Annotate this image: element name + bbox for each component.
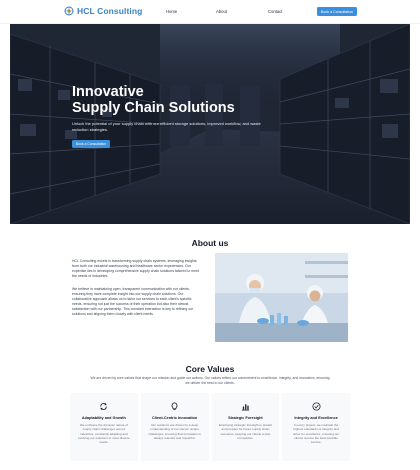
card-icon-wrap: [282, 402, 350, 411]
logo[interactable]: HCL Consulting: [64, 6, 142, 16]
card-icon-wrap: [212, 402, 280, 411]
card-icon-wrap: [70, 402, 138, 411]
value-card-title: Strategic Foresight: [228, 416, 263, 420]
value-card-client-centric: Client-Centric Innovation Our solutions …: [140, 393, 209, 461]
value-card-desc: In every project, we maintain the highes…: [292, 423, 340, 445]
value-card-desc: We embrace the dynamic nature of supply …: [77, 423, 130, 445]
hero-subtitle: Unlock the potential of your supply chai…: [72, 121, 261, 132]
value-card-desc: Employing strategic foresight to predict…: [218, 423, 273, 440]
value-card-title: Client-Centric Innovation: [152, 416, 198, 420]
check-circle-icon: [312, 402, 321, 411]
value-card-title: Adaptability and Growth: [81, 416, 126, 420]
lab-workers-photo: [215, 253, 348, 342]
hero-consultation-button[interactable]: Book a Consultation: [72, 140, 110, 148]
site-header: HCL Consulting Home About Contact Book a…: [0, 0, 420, 24]
nav-contact[interactable]: Contact: [268, 9, 282, 14]
about-paragraph-2: We believe in maintaining open, transpar…: [72, 287, 194, 316]
value-card-title: Integrity and Excellence: [294, 416, 338, 420]
logo-text: HCL Consulting: [77, 6, 143, 16]
hero-section: Innovative Supply Chain Solutions Unlock…: [10, 24, 410, 224]
hero-title-line1: Innovative: [72, 84, 144, 100]
book-consultation-button[interactable]: Book a Consultation: [317, 7, 357, 16]
core-values-subtitle: We are driven by core values that shape …: [90, 376, 330, 385]
value-card-strategic: Strategic Foresight Employing strategic …: [211, 393, 280, 461]
refresh-arrows-icon: [100, 402, 108, 411]
nav-home[interactable]: Home: [166, 9, 177, 14]
hero-title-line2: Supply Chain Solutions: [72, 100, 235, 116]
about-paragraph-1: HCL Consulting excels in transforming su…: [72, 259, 200, 278]
value-card-desc: Our solutions are driven by a deep under…: [148, 423, 201, 440]
nav-about[interactable]: About: [216, 9, 227, 14]
value-card-integrity: Integrity and Excellence In every projec…: [282, 393, 350, 461]
lightbulb-icon: [171, 402, 178, 411]
card-icon-wrap: [141, 402, 209, 411]
bar-chart-icon: [241, 404, 249, 411]
hero-title: Innovative Supply Chain Solutions: [72, 84, 322, 116]
about-title: About us: [191, 238, 229, 248]
core-values-cards: Adaptability and Growth We embrace the d…: [70, 393, 350, 461]
globe-gear-icon: [64, 6, 74, 16]
core-values-title: Core Values: [185, 364, 235, 374]
value-card-adaptability: Adaptability and Growth We embrace the d…: [70, 393, 138, 461]
